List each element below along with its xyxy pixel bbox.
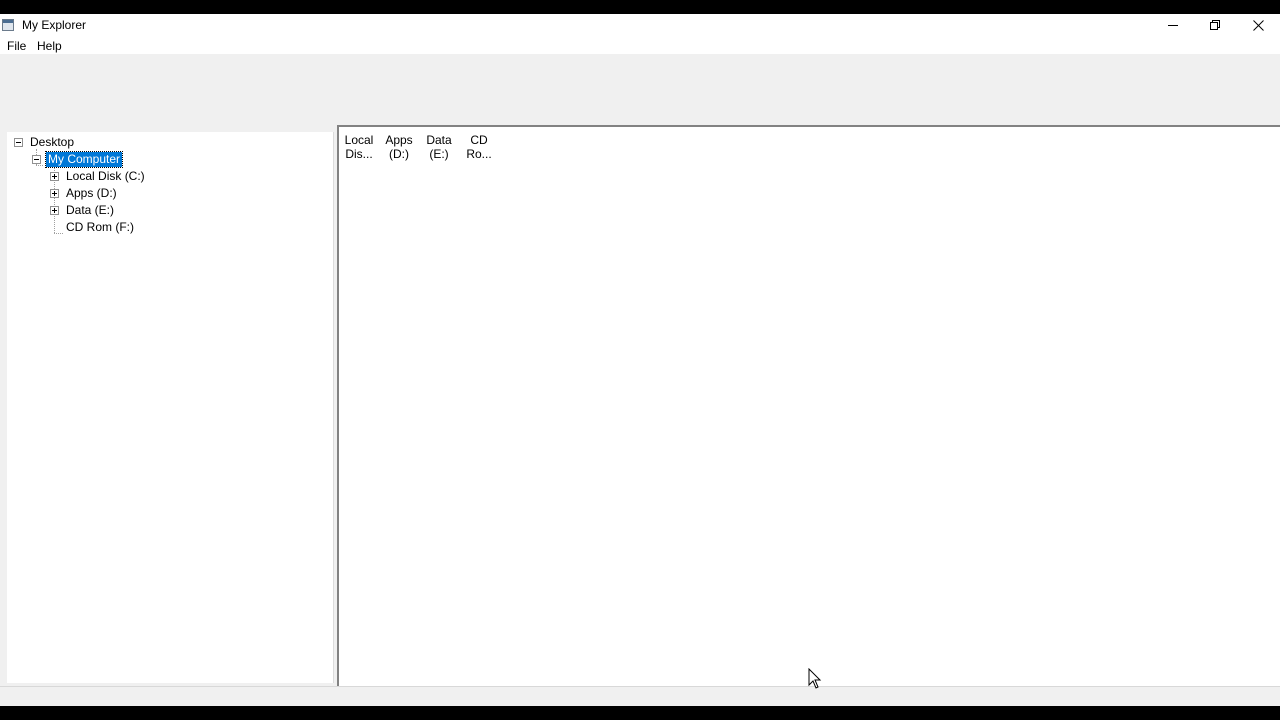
toolbar-area — [0, 54, 1280, 126]
tree-label-desktop: Desktop — [30, 134, 75, 149]
tree-label-my-computer: My Computer — [44, 150, 124, 168]
list-item-drive[interactable]: Local Dis... — [340, 133, 378, 161]
mouse-pointer-icon — [808, 668, 822, 689]
tree-label-drive: Data (E:) — [66, 202, 115, 217]
restore-button[interactable] — [1194, 14, 1236, 36]
tree-node-my-computer[interactable]: My Computer — [32, 150, 124, 168]
close-button[interactable] — [1237, 14, 1279, 36]
expand-icon[interactable] — [50, 205, 59, 215]
tree-node-cd-rom-f[interactable]: CD Rom (F:) — [64, 219, 136, 235]
menu-bar: File Help — [0, 38, 1280, 54]
restore-icon — [1209, 19, 1220, 30]
video-letterbox-bottom — [0, 706, 1280, 720]
window-title: My Explorer — [22, 18, 87, 32]
tree-node-apps-d[interactable]: Apps (D:) — [50, 185, 119, 201]
status-bar — [0, 686, 1280, 707]
tree-label-drive: CD Rom (F:) — [66, 219, 134, 234]
collapse-icon[interactable] — [32, 154, 41, 164]
title-bar[interactable]: My Explorer — [0, 14, 1280, 38]
explorer-window: My Explorer File Help Desktop My Compute… — [0, 14, 1280, 707]
expand-icon[interactable] — [50, 171, 59, 181]
tree-node-local-disk-c[interactable]: Local Disk (C:) — [50, 168, 147, 184]
video-letterbox-top — [0, 0, 1280, 14]
expand-icon[interactable] — [50, 188, 59, 198]
app-window-icon — [2, 19, 14, 31]
menu-file[interactable]: File — [5, 39, 28, 53]
list-item-drive[interactable]: CD Ro... — [460, 133, 498, 161]
folder-tree-view[interactable]: Desktop My Computer Local Disk (C:) Apps… — [7, 132, 334, 683]
tree-connector — [54, 233, 63, 234]
tree-label-drive: Local Disk (C:) — [66, 168, 145, 183]
collapse-icon[interactable] — [14, 137, 23, 147]
list-item-drive[interactable]: Apps (D:) — [380, 133, 418, 161]
tree-node-data-e[interactable]: Data (E:) — [50, 202, 116, 218]
tree-node-desktop[interactable]: Desktop — [14, 134, 76, 150]
minimize-button[interactable] — [1152, 14, 1194, 36]
minimize-icon — [1167, 24, 1178, 26]
list-item-drive[interactable]: Data (E:) — [420, 133, 458, 161]
menu-help[interactable]: Help — [35, 39, 64, 53]
tree-label-drive: Apps (D:) — [66, 185, 117, 200]
close-icon — [1252, 19, 1264, 31]
file-list-view[interactable]: Local Dis... Apps (D:) Data (E:) CD Ro..… — [337, 125, 1280, 686]
